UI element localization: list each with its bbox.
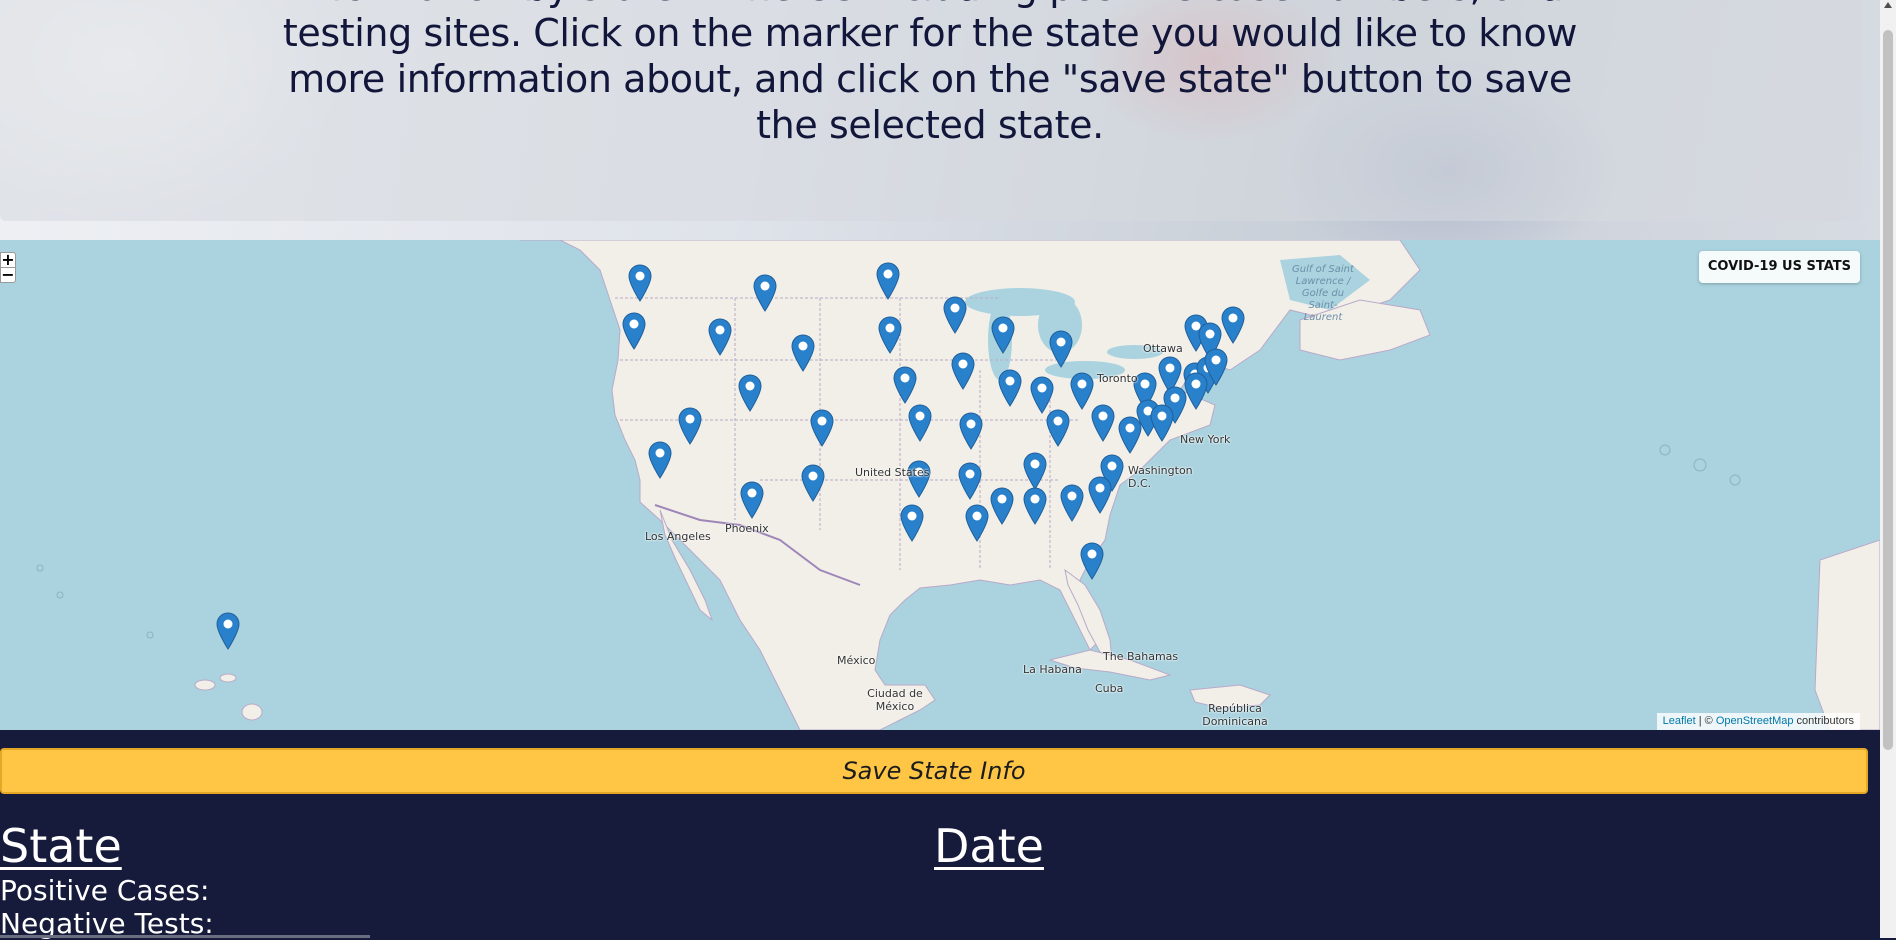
state-marker-icon[interactable] xyxy=(707,316,733,356)
state-marker-icon[interactable] xyxy=(1087,474,1113,514)
state-marker-icon[interactable] xyxy=(1220,304,1246,344)
state-marker-icon[interactable] xyxy=(877,314,903,354)
map-tiles xyxy=(36,240,1880,730)
state-marker-icon[interactable] xyxy=(752,272,778,312)
state-marker-icon[interactable] xyxy=(907,402,933,442)
attribution-separator: | © xyxy=(1695,715,1716,727)
state-marker-icon[interactable] xyxy=(215,610,241,650)
positive-cases-label: Positive Cases: xyxy=(0,874,210,907)
map-attribution: Leaflet | © OpenStreetMap contributors xyxy=(1656,713,1860,730)
state-marker-icon[interactable] xyxy=(1149,402,1175,442)
state-marker-icon[interactable] xyxy=(1045,407,1071,447)
city-label-los-angeles: Los Angeles xyxy=(645,530,711,543)
scrollbar-thumb[interactable] xyxy=(1883,30,1893,750)
state-marker-icon[interactable] xyxy=(1079,540,1105,580)
hawaii-island-3 xyxy=(241,703,263,721)
state-marker-icon[interactable] xyxy=(899,502,925,542)
date-heading: Date xyxy=(934,819,1044,873)
hero-banner: information by state in the US including… xyxy=(0,0,1880,240)
state-marker-icon[interactable] xyxy=(1048,328,1074,368)
city-label-new-york: New York xyxy=(1180,433,1231,446)
country-label-bahamas: The Bahamas xyxy=(1103,650,1179,663)
water-label-gulf: Gulf of Saint Lawrence / Golfe du Saint-… xyxy=(1292,264,1354,323)
leaflet-link[interactable]: Leaflet xyxy=(1663,715,1696,727)
state-marker-icon[interactable] xyxy=(1022,485,1048,525)
state-marker-icon[interactable] xyxy=(958,410,984,450)
state-marker-icon[interactable] xyxy=(997,367,1023,407)
state-marker-icon[interactable] xyxy=(737,372,763,412)
state-marker-icon[interactable] xyxy=(647,439,673,479)
zoom-out-button[interactable]: − xyxy=(0,267,16,283)
state-marker-icon[interactable] xyxy=(1117,414,1143,454)
state-marker-icon[interactable] xyxy=(942,294,968,334)
intro-panel: information by state in the US including… xyxy=(0,0,1862,221)
country-label-us: United States xyxy=(855,466,930,479)
city-label-phoenix: Phoenix xyxy=(725,522,769,535)
state-marker-icon[interactable] xyxy=(790,332,816,372)
state-marker-icon[interactable] xyxy=(1090,402,1116,442)
caribbean-coast xyxy=(1814,539,1880,730)
state-marker-icon[interactable] xyxy=(1183,370,1209,410)
city-label-ciudad-de-mexico: Ciudad de México xyxy=(867,687,923,713)
map-title-control: COVID-19 US STATS xyxy=(1698,251,1860,283)
state-marker-icon[interactable] xyxy=(1022,450,1048,490)
city-label-ottawa: Ottawa xyxy=(1143,342,1183,355)
country-label-dominican-republic: República Dominicana xyxy=(1202,702,1268,728)
state-marker-icon[interactable] xyxy=(892,364,918,404)
state-marker-icon[interactable] xyxy=(1059,482,1085,522)
state-marker-icon[interactable] xyxy=(627,262,653,302)
state-marker-icon[interactable] xyxy=(950,350,976,390)
state-marker-icon[interactable] xyxy=(800,462,826,502)
city-label-la-habana: La Habana xyxy=(1023,663,1082,676)
state-marker-icon[interactable] xyxy=(957,460,983,500)
map-container[interactable]: Ottawa Toronto New York Washington D.C. … xyxy=(0,240,1880,730)
intro-text: information by state in the US including… xyxy=(282,0,1578,147)
attribution-suffix: contributors xyxy=(1793,715,1854,727)
hawaii-island-2 xyxy=(219,673,237,683)
page-scrollbar[interactable] xyxy=(1880,0,1896,938)
state-marker-icon[interactable] xyxy=(739,479,765,519)
scroll-up-icon[interactable] xyxy=(1884,2,1892,8)
state-marker-icon[interactable] xyxy=(989,485,1015,525)
city-label-toronto: Toronto xyxy=(1097,372,1138,385)
save-state-button[interactable]: Save State Info xyxy=(0,748,1868,794)
state-marker-icon[interactable] xyxy=(964,502,990,542)
city-label-washington: Washington D.C. xyxy=(1128,464,1193,490)
country-label-mexico: México xyxy=(837,654,876,667)
state-heading: State xyxy=(0,819,122,873)
country-label-cuba: Cuba xyxy=(1095,682,1124,695)
hawaii-island-1 xyxy=(194,679,216,691)
state-marker-icon[interactable] xyxy=(990,314,1016,354)
state-marker-icon[interactable] xyxy=(809,407,835,447)
state-marker-icon[interactable] xyxy=(621,310,647,350)
state-marker-icon[interactable] xyxy=(677,405,703,445)
osm-link[interactable]: OpenStreetMap xyxy=(1716,715,1794,727)
state-marker-icon[interactable] xyxy=(875,260,901,300)
